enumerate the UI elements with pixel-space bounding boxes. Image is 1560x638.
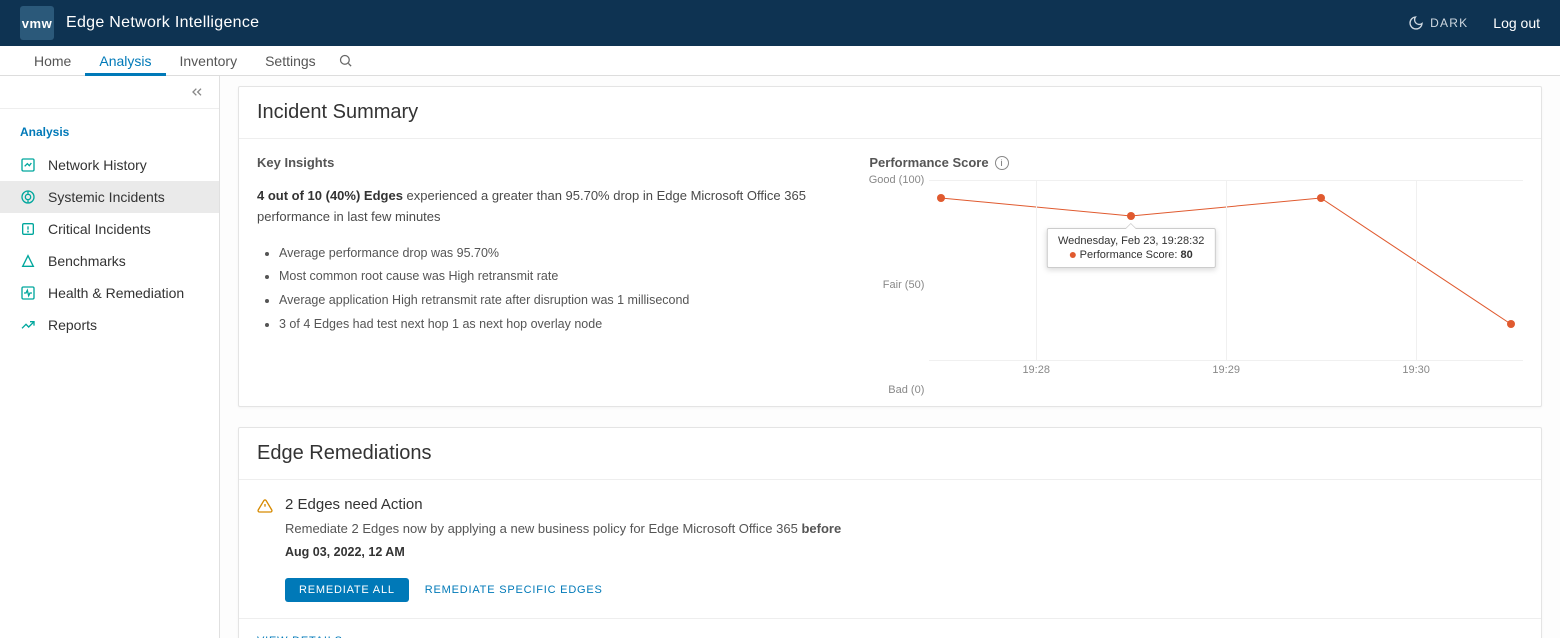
search-button[interactable] xyxy=(330,46,361,75)
key-insight-bold: 4 out of 10 (40%) Edges xyxy=(257,188,403,203)
sidebar-item-systemic-incidents[interactable]: Systemic Incidents xyxy=(0,181,219,213)
tab-settings[interactable]: Settings xyxy=(251,46,330,75)
collapse-sidebar-button[interactable] xyxy=(189,84,205,100)
insight-list: Average performance drop was 95.70%Most … xyxy=(257,242,839,337)
insight-bullet: Most common root cause was High retransm… xyxy=(279,265,839,289)
insight-bullet: 3 of 4 Edges had test next hop 1 as next… xyxy=(279,313,839,337)
remediation-desc-pre: Remediate 2 Edges now by applying a new … xyxy=(285,521,801,536)
top-header: vmw Edge Network Intelligence DARK Log o… xyxy=(0,0,1560,46)
key-insight-main: 4 out of 10 (40%) Edges experienced a gr… xyxy=(257,186,839,228)
sidebar: Analysis Network History Systemic Inciden… xyxy=(0,76,220,638)
y-tick-fair: Fair (50) xyxy=(883,279,925,291)
tooltip-value: 80 xyxy=(1181,249,1193,261)
tooltip-time: Wednesday, Feb 23, 19:28:32 xyxy=(1058,235,1204,247)
chart-point[interactable] xyxy=(1507,320,1515,328)
remediation-desc-bold: before xyxy=(801,521,841,536)
tooltip-label: Performance Score: xyxy=(1080,249,1181,261)
y-tick-bad: Bad (0) xyxy=(888,384,924,396)
insight-bullet: Average application High retransmit rate… xyxy=(279,289,839,313)
info-icon[interactable]: i xyxy=(995,156,1009,170)
x-tick: 19:30 xyxy=(1402,364,1430,376)
sidebar-item-reports[interactable]: Reports xyxy=(0,309,219,341)
sidebar-item-label: Benchmarks xyxy=(48,253,126,269)
chart-point[interactable] xyxy=(1127,212,1135,220)
sidebar-item-label: Critical Incidents xyxy=(48,221,151,237)
remediation-description: Remediate 2 Edges now by applying a new … xyxy=(285,519,841,562)
warning-icon xyxy=(257,498,273,602)
sidebar-item-health-remediation[interactable]: Health & Remediation xyxy=(0,277,219,309)
x-tick: 19:28 xyxy=(1022,364,1050,376)
performance-score-title: Performance Score xyxy=(869,155,988,170)
theme-label: DARK xyxy=(1430,16,1468,30)
incident-summary-card: Incident Summary Key Insights 4 out of 1… xyxy=(238,86,1542,407)
remediation-date: Aug 03, 2022, 12 AM xyxy=(285,542,841,562)
x-tick: 19:29 xyxy=(1212,364,1240,376)
main-content: Incident Summary Key Insights 4 out of 1… xyxy=(220,76,1560,638)
benchmark-icon xyxy=(20,253,36,269)
search-icon xyxy=(338,53,353,68)
sidebar-item-label: Network History xyxy=(48,157,147,173)
chart-point[interactable] xyxy=(1317,194,1325,202)
reports-icon xyxy=(20,317,36,333)
remediation-subtitle: 2 Edges need Action xyxy=(285,496,841,513)
remediate-all-button[interactable]: REMEDIATE ALL xyxy=(285,578,409,602)
remediate-specific-button[interactable]: REMEDIATE SPECIFIC EDGES xyxy=(425,584,603,596)
incident-summary-title: Incident Summary xyxy=(239,87,1541,139)
chart-tooltip: Wednesday, Feb 23, 19:28:32 Performance … xyxy=(1047,228,1215,268)
theme-toggle[interactable]: DARK xyxy=(1408,15,1468,31)
sidebar-item-benchmarks[interactable]: Benchmarks xyxy=(0,245,219,277)
edge-remediations-title: Edge Remediations xyxy=(239,428,1541,480)
health-icon xyxy=(20,285,36,301)
tab-inventory[interactable]: Inventory xyxy=(166,46,252,75)
incidents-icon xyxy=(20,189,36,205)
sidebar-item-network-history[interactable]: Network History xyxy=(0,149,219,181)
insight-bullet: Average performance drop was 95.70% xyxy=(279,242,839,266)
tab-analysis[interactable]: Analysis xyxy=(85,46,165,75)
chart-point[interactable] xyxy=(937,194,945,202)
logo: vmw xyxy=(20,6,54,40)
chevron-double-left-icon xyxy=(189,84,205,100)
sidebar-item-critical-incidents[interactable]: Critical Incidents xyxy=(0,213,219,245)
sidebar-item-label: Reports xyxy=(48,317,97,333)
critical-icon xyxy=(20,221,36,237)
edge-remediations-card: Edge Remediations 2 Edges need Action Re… xyxy=(238,427,1542,638)
key-insights-label: Key Insights xyxy=(257,155,839,170)
sidebar-section-title: Analysis xyxy=(0,109,219,149)
network-icon xyxy=(20,157,36,173)
tooltip-dot-icon xyxy=(1070,252,1076,258)
sidebar-item-label: Systemic Incidents xyxy=(48,189,165,205)
performance-chart: Good (100) Fair (50) Bad (0) Wednesday, … xyxy=(869,180,1523,390)
sidebar-item-label: Health & Remediation xyxy=(48,285,184,301)
app-title: Edge Network Intelligence xyxy=(66,14,259,32)
logout-link[interactable]: Log out xyxy=(1493,15,1540,31)
moon-icon xyxy=(1408,15,1424,31)
sub-header: HomeAnalysisInventorySettings xyxy=(0,46,1560,76)
y-tick-good: Good (100) xyxy=(869,174,925,186)
tab-home[interactable]: Home xyxy=(20,46,85,75)
